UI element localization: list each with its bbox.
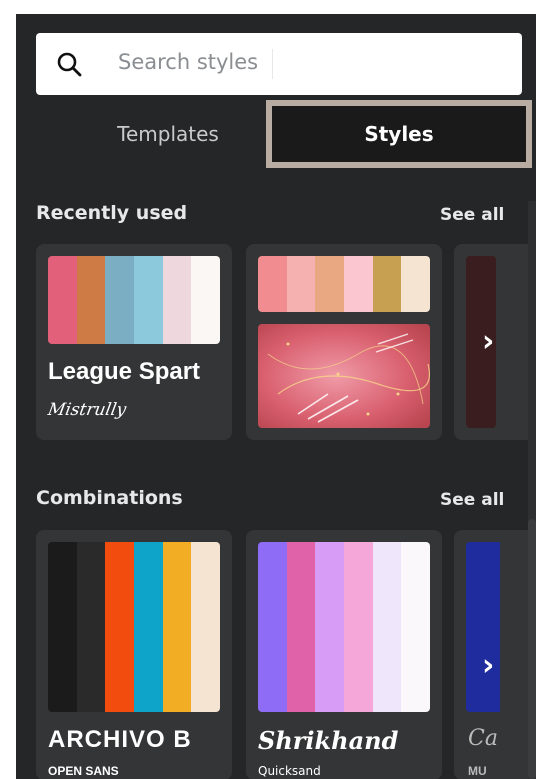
texture-image	[258, 324, 430, 428]
heading-font-preview: ARCHIVO B	[48, 726, 192, 753]
heading-font-preview: Shrikhand	[258, 726, 399, 755]
recently-used-title: Recently used	[36, 202, 188, 224]
color-palette	[48, 256, 220, 344]
search-icon	[57, 52, 82, 77]
subheading-font-preview: Mistrully	[46, 400, 128, 420]
input-divider	[272, 49, 273, 79]
tab-templates[interactable]: Templates	[80, 100, 256, 168]
search-input[interactable]: Search styles	[118, 50, 258, 74]
color-palette	[258, 256, 430, 312]
subheading-font-preview: Quicksand	[258, 764, 321, 778]
style-card-pink-palette[interactable]	[246, 244, 442, 440]
chevron-right-icon[interactable]: ›	[482, 648, 494, 683]
combinations-see-all-link[interactable]: See all	[440, 490, 504, 510]
heading-font-preview: Ca	[468, 726, 498, 751]
subheading-font-preview: MU	[468, 764, 487, 778]
recently-used-see-all-link[interactable]: See all	[440, 205, 504, 225]
combinations-title: Combinations	[36, 487, 183, 509]
heading-font-preview: League Spart	[48, 358, 201, 385]
scrollbar-thumb[interactable]	[528, 519, 536, 779]
chevron-right-icon[interactable]: ›	[482, 324, 494, 359]
styles-panel: Search styles Templates Styles Recently …	[16, 14, 536, 779]
color-palette	[466, 542, 500, 712]
color-palette	[258, 542, 430, 712]
scrollbar[interactable]	[528, 201, 536, 779]
style-card-league-spartan[interactable]: League Spart Mistrully	[36, 244, 232, 440]
combination-card-archivo[interactable]: ARCHIVO B OPEN SANS	[36, 530, 232, 779]
search-bar[interactable]: Search styles	[36, 33, 522, 95]
tab-styles[interactable]: Styles	[266, 100, 532, 168]
subheading-font-preview: OPEN SANS	[48, 764, 119, 778]
combination-card-shrikhand[interactable]: Shrikhand Quicksand	[246, 530, 442, 779]
color-palette	[48, 542, 220, 712]
